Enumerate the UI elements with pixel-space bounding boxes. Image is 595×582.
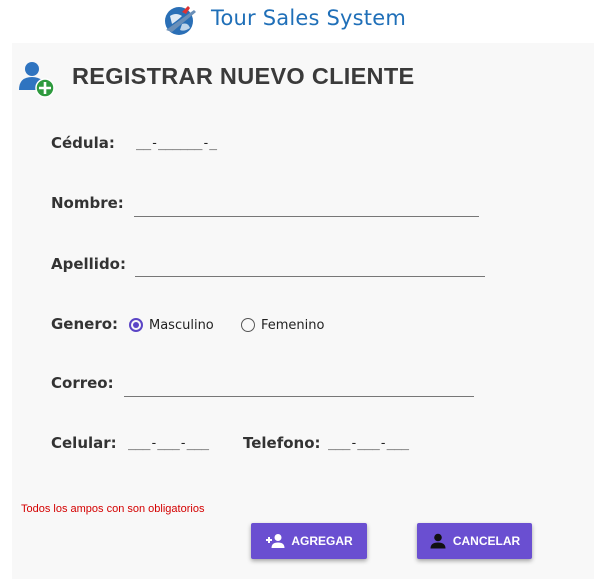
required-warning: Todos los ampos con son obligatorios	[21, 503, 205, 515]
cedula-label: Cédula:	[51, 134, 115, 152]
genero-label: Genero:	[51, 315, 119, 333]
apellido-label: Apellido:	[51, 255, 126, 273]
agregar-button-label: AGREGAR	[291, 534, 353, 548]
telefono-field[interactable]: ___-___-___	[328, 436, 409, 451]
app-title: Tour Sales System	[211, 6, 407, 30]
apellido-input[interactable]	[135, 256, 485, 277]
radio-masculino-label[interactable]: Masculino	[149, 318, 214, 333]
globe-airplane-icon	[165, 6, 196, 35]
person-icon	[430, 533, 446, 549]
cancelar-button-label: CANCELAR	[452, 534, 521, 548]
celular-label: Celular:	[51, 434, 117, 452]
agregar-button[interactable]: AGREGAR	[251, 523, 367, 559]
person-add-icon	[266, 534, 285, 548]
celular-field[interactable]: ___-___-___	[128, 436, 209, 451]
telefono-label: Telefono:	[243, 434, 321, 452]
app-header: Tour Sales System	[0, 0, 595, 40]
form-panel	[12, 43, 594, 579]
correo-label: Correo:	[51, 374, 114, 392]
add-user-icon	[19, 62, 55, 98]
nombre-label: Nombre:	[51, 194, 124, 212]
radio-masculino[interactable]	[129, 318, 143, 332]
nombre-input[interactable]	[134, 196, 479, 217]
radio-femenino-label[interactable]: Femenino	[261, 318, 324, 333]
form-title: REGISTRAR NUEVO CLIENTE	[72, 63, 415, 89]
correo-input[interactable]	[124, 376, 474, 397]
cancelar-button[interactable]: CANCELAR	[417, 523, 532, 559]
radio-femenino[interactable]	[241, 318, 255, 332]
cedula-field[interactable]: __-______-_	[136, 136, 217, 151]
